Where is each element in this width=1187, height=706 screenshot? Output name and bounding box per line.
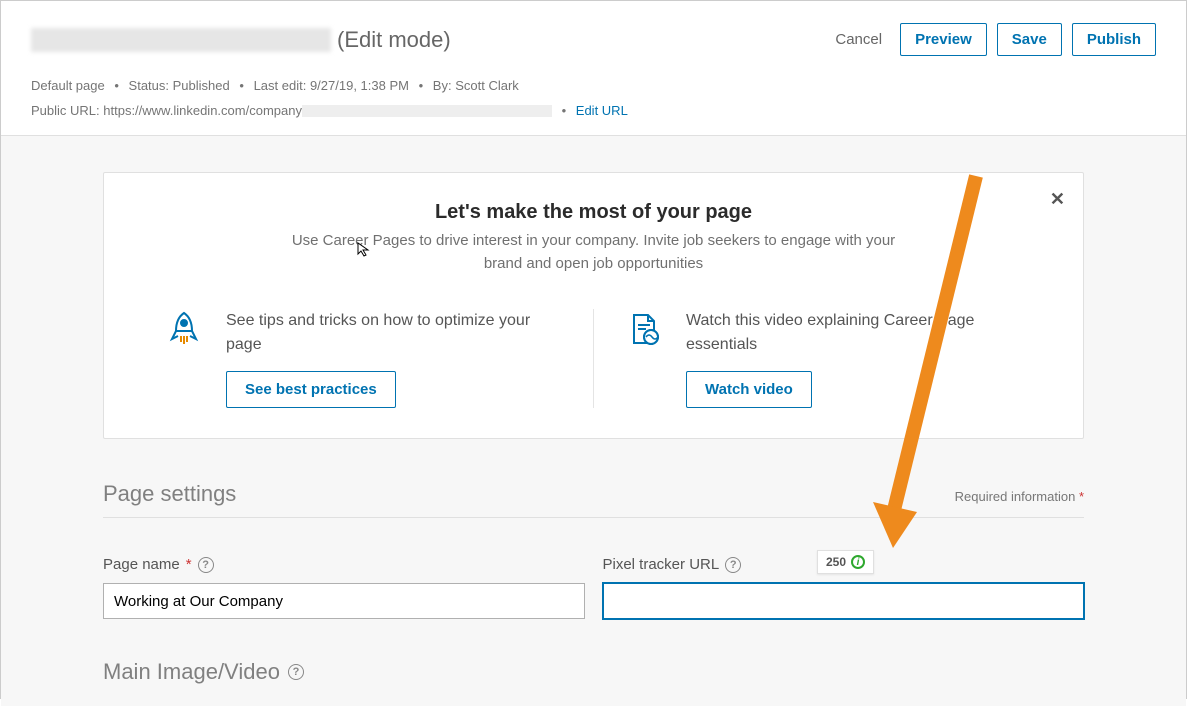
promo-video-text: Watch this video explaining Career Page … bbox=[686, 309, 1023, 357]
settings-form-row: Page name* ? Pixel tracker URL ? 250 i bbox=[103, 556, 1084, 619]
rocket-icon bbox=[164, 309, 204, 352]
by-value: Scott Clark bbox=[455, 78, 519, 93]
cursor-icon bbox=[356, 241, 372, 260]
status-value: Published bbox=[173, 78, 230, 93]
see-best-practices-button[interactable]: See best practices bbox=[226, 371, 396, 408]
page-settings-title: Page settings bbox=[103, 481, 236, 507]
promo-col-video: Watch this video explaining Career Page … bbox=[594, 309, 1053, 408]
promo-columns: See tips and tricks on how to optimize y… bbox=[134, 309, 1053, 408]
promo-subtitle: Use Career Pages to drive interest in yo… bbox=[284, 230, 904, 275]
status-label: Status: bbox=[129, 78, 169, 93]
edit-mode-label: (Edit mode) bbox=[337, 27, 451, 53]
meta-line: Default page • Status: Published • Last … bbox=[31, 74, 1156, 123]
last-edit-label: Last edit: bbox=[254, 78, 307, 93]
char-count-badge: 250 i bbox=[817, 550, 874, 574]
document-video-icon bbox=[624, 309, 664, 352]
promo-col-tips: See tips and tricks on how to optimize y… bbox=[134, 309, 594, 408]
help-icon[interactable]: ? bbox=[288, 664, 304, 680]
pixel-tracker-col: Pixel tracker URL ? 250 i bbox=[603, 556, 1085, 619]
promo-title: Let's make the most of your page bbox=[134, 201, 1053, 224]
promo-tips-text: See tips and tricks on how to optimize y… bbox=[226, 309, 563, 357]
promo-tips-body: See tips and tricks on how to optimize y… bbox=[226, 309, 563, 408]
main-image-video-title: Main Image/Video ? bbox=[103, 659, 1084, 685]
page-title-redacted bbox=[31, 28, 331, 52]
title-area: (Edit mode) bbox=[31, 27, 451, 53]
url-redacted bbox=[302, 105, 552, 117]
page-name-label: Page name* ? bbox=[103, 556, 585, 573]
promo-card: ✕ Let's make the most of your page Use C… bbox=[103, 172, 1084, 439]
public-url-label: Public URL: bbox=[31, 103, 100, 118]
public-url-value: https://www.linkedin.com/company bbox=[103, 103, 302, 118]
save-button[interactable]: Save bbox=[997, 23, 1062, 56]
cancel-button[interactable]: Cancel bbox=[827, 25, 890, 54]
char-count-value: 250 bbox=[826, 555, 846, 569]
header: (Edit mode) Cancel Preview Save Publish … bbox=[1, 1, 1186, 136]
page-name-col: Page name* ? bbox=[103, 556, 585, 619]
edit-url-link[interactable]: Edit URL bbox=[576, 103, 628, 118]
promo-video-body: Watch this video explaining Career Page … bbox=[686, 309, 1023, 408]
header-actions: Cancel Preview Save Publish bbox=[827, 23, 1156, 56]
by-label: By: bbox=[433, 78, 452, 93]
header-top: (Edit mode) Cancel Preview Save Publish bbox=[31, 23, 1156, 56]
close-icon[interactable]: ✕ bbox=[1050, 189, 1065, 210]
preview-button[interactable]: Preview bbox=[900, 23, 987, 56]
help-icon[interactable]: ? bbox=[198, 557, 214, 573]
pixel-tracker-input[interactable] bbox=[603, 583, 1085, 619]
publish-button[interactable]: Publish bbox=[1072, 23, 1156, 56]
info-icon: i bbox=[851, 555, 865, 569]
help-icon[interactable]: ? bbox=[725, 557, 741, 573]
page-name-input[interactable] bbox=[103, 583, 585, 619]
body-area: ✕ Let's make the most of your page Use C… bbox=[1, 136, 1186, 706]
watch-video-button[interactable]: Watch video bbox=[686, 371, 812, 408]
required-info-label: Required information * bbox=[955, 489, 1084, 504]
default-page-text: Default page bbox=[31, 78, 105, 93]
last-edit-value: 9/27/19, 1:38 PM bbox=[310, 78, 409, 93]
page-settings-header: Page settings Required information * bbox=[103, 481, 1084, 518]
